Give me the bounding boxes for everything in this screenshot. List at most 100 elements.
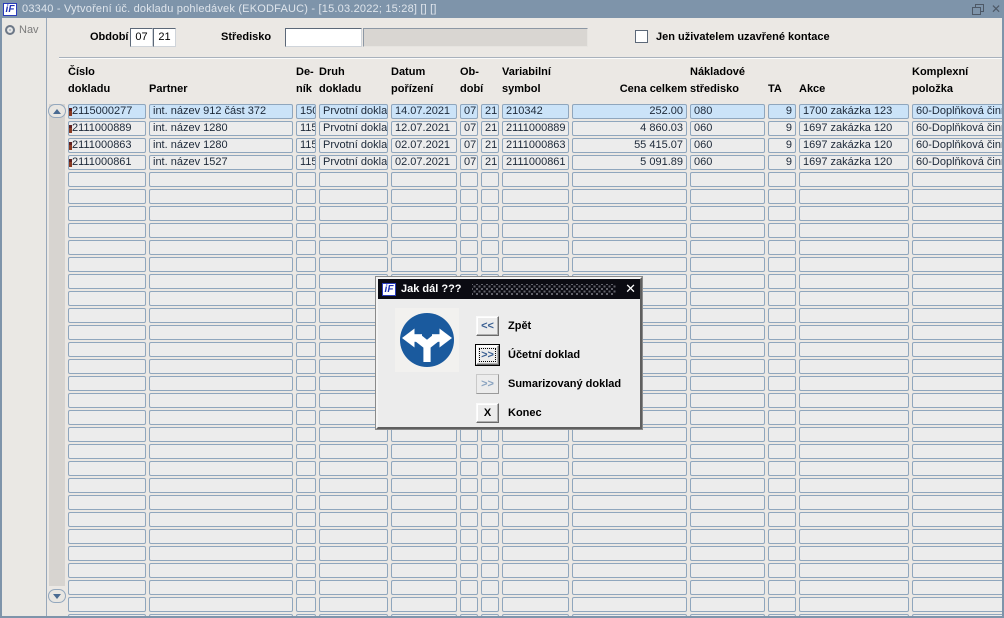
table-cell	[768, 478, 796, 493]
table-cell	[391, 614, 457, 616]
table-cell	[391, 189, 457, 204]
table-vscrollbar[interactable]	[49, 104, 65, 586]
table-cell	[296, 325, 316, 340]
table-cell	[502, 223, 569, 238]
table-cell	[768, 291, 796, 306]
table-cell	[912, 563, 1002, 578]
stredisko-label: Středisko	[221, 31, 272, 43]
stredisko-input[interactable]	[285, 28, 362, 47]
table-cell	[768, 376, 796, 391]
dialog-button-label: Sumarizovaný doklad	[508, 378, 622, 390]
table-cell	[68, 614, 146, 616]
table-cell	[319, 189, 388, 204]
dialog-button--etn-doklad[interactable]: >>	[476, 345, 499, 365]
table-cell	[68, 546, 146, 561]
table-cell: 2111000861	[502, 155, 569, 170]
table-cell	[912, 274, 1002, 289]
table-cell	[799, 512, 909, 527]
table-cell	[690, 597, 765, 612]
row-marker-icon	[69, 159, 72, 167]
table-row[interactable]: 2111000861 int. název 1527 115 Prvotní dokl…	[68, 155, 1002, 170]
table-cell	[460, 529, 478, 544]
scroll-down-button[interactable]	[48, 589, 66, 603]
table-cell: 060	[690, 121, 765, 136]
table-row-empty	[68, 580, 1002, 595]
table-cell	[296, 342, 316, 357]
table-cell	[149, 308, 293, 323]
table-cell	[768, 223, 796, 238]
table-cell	[502, 495, 569, 510]
obdobi-year-field[interactable]: 21	[153, 28, 176, 47]
table-cell	[799, 376, 909, 391]
table-cell	[481, 580, 499, 595]
table-cell	[799, 206, 909, 221]
table-cell	[481, 546, 499, 561]
table-cell	[799, 410, 909, 425]
table-cell	[296, 614, 316, 616]
dialog-button-label: Účetní doklad	[508, 349, 581, 361]
table-cell	[296, 580, 316, 595]
close-window-icon[interactable]: ✕	[991, 2, 1001, 16]
dialog-titlebar[interactable]: iF Jak dál ??? ✕	[378, 279, 640, 299]
table-cell	[690, 376, 765, 391]
arrow-down-icon	[53, 593, 61, 599]
dialog-close-icon[interactable]: ✕	[625, 282, 636, 296]
restore-window-icon[interactable]	[971, 4, 984, 15]
table-cell: 9	[768, 138, 796, 153]
table-cell	[296, 257, 316, 272]
table-cell	[768, 427, 796, 442]
column-header	[481, 64, 499, 98]
table-cell	[690, 495, 765, 510]
dialog-button-konec[interactable]: X	[476, 403, 499, 423]
table-cell	[690, 342, 765, 357]
dialog-button-zp-t[interactable]: <<	[476, 316, 499, 336]
table-row-empty	[68, 223, 1002, 238]
table-cell	[690, 359, 765, 374]
table-row[interactable]: 2111000889 int. název 1280 115 Prvotní dokl…	[68, 121, 1002, 136]
table-cell: 02.07.2021	[391, 155, 457, 170]
window-titlebar[interactable]: iF 03340 - Vytvoření úč. dokladu pohledá…	[2, 0, 1002, 18]
row-marker-icon	[69, 125, 72, 133]
table-row-empty	[68, 444, 1002, 459]
nav-label: Nav	[19, 24, 39, 36]
direction-sign-icon	[395, 308, 459, 372]
table-cell	[481, 240, 499, 255]
table-cell	[768, 308, 796, 323]
table-cell	[912, 291, 1002, 306]
table-cell	[460, 257, 478, 272]
dialog-body: << Zpět >> Účetní doklad >> Sumarizovaný dokl…	[378, 299, 640, 427]
table-cell	[149, 376, 293, 391]
table-cell	[460, 546, 478, 561]
table-row[interactable]: 2115000277int. název 912 část 372150Prvo…	[68, 104, 1002, 119]
table-cell	[572, 461, 687, 476]
table-cell	[768, 444, 796, 459]
nav-radio-icon	[5, 25, 15, 35]
table-cell	[768, 546, 796, 561]
table-cell	[768, 495, 796, 510]
table-cell	[690, 172, 765, 187]
table-cell	[690, 444, 765, 459]
table-cell	[68, 461, 146, 476]
table-cell	[502, 563, 569, 578]
table-cell: 2115000277	[68, 104, 146, 119]
table-cell	[481, 257, 499, 272]
dialog-button-sumarizovan-doklad[interactable]: >>	[476, 374, 499, 394]
obdobi-month-field[interactable]: 07	[130, 28, 153, 47]
table-cell	[68, 257, 146, 272]
table-cell	[319, 580, 388, 595]
table-cell	[460, 427, 478, 442]
table-cell: Prvotní doklad	[319, 155, 388, 170]
table-row[interactable]: 2111000863 int. název 1280 115 Prvotní dokl…	[68, 138, 1002, 153]
uzavrene-kontace-checkbox[interactable]	[635, 30, 648, 43]
table-cell	[296, 223, 316, 238]
table-cell	[391, 597, 457, 612]
scroll-up-button[interactable]	[48, 104, 66, 118]
table-cell	[690, 325, 765, 340]
obdobi-label: Období	[90, 31, 129, 43]
table-cell	[460, 206, 478, 221]
sidebar-item-nav[interactable]: Nav	[2, 18, 46, 42]
table-row-empty	[68, 257, 1002, 272]
table-cell: 07	[460, 138, 478, 153]
table-cell	[690, 546, 765, 561]
table-cell: 07	[460, 121, 478, 136]
